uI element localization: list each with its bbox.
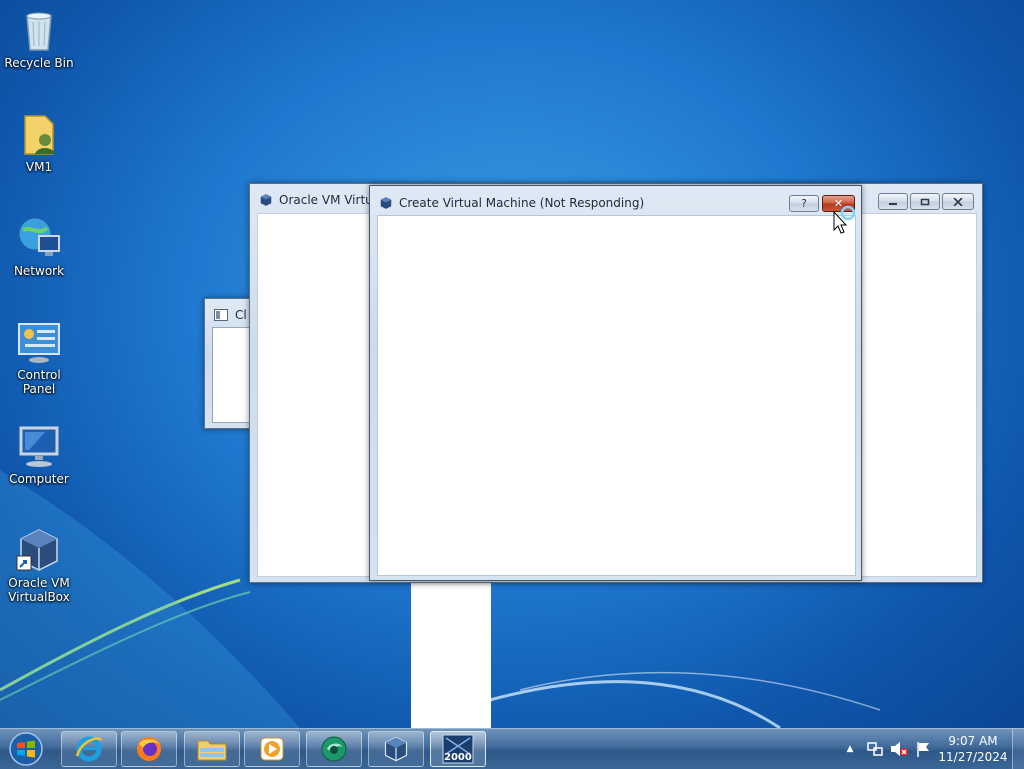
minimize-icon (889, 202, 897, 205)
help-icon: ? (801, 197, 807, 210)
taskbar-green-app[interactable] (306, 731, 362, 767)
user-folder-icon (24, 115, 55, 155)
recycle-bin-icon (26, 12, 52, 51)
desktop-icon-network[interactable]: Network (1, 214, 77, 278)
desktop-icon-label: Network (13, 264, 65, 278)
firefox-icon (137, 737, 161, 761)
desktop-icon-virtualbox[interactable]: Oracle VM VirtualBox (1, 526, 77, 604)
taskbar-internet-explorer[interactable] (61, 731, 117, 767)
blank-area (411, 583, 491, 728)
windows-2000-badge: 2000 (444, 752, 472, 763)
virtualbox-icon (384, 736, 408, 762)
volume-muted-icon (891, 742, 908, 756)
media-player-icon (260, 737, 284, 761)
dialog-title: Create Virtual Machine (Not Responding) (399, 196, 645, 210)
desktop-icon-label: VM1 (25, 160, 53, 174)
desktop-icon-label: Recycle Bin (4, 56, 74, 70)
action-center-button[interactable] (912, 729, 934, 769)
folder-icon (197, 740, 227, 761)
close-icon (953, 197, 963, 206)
desktop-icon-control-panel[interactable]: Control Panel (1, 318, 77, 396)
taskbar-windows-2000-vm[interactable]: 2000 (430, 731, 486, 767)
action-center-flag-icon (917, 742, 929, 757)
minimize-button[interactable] (878, 193, 908, 210)
chevron-up-icon: ▲ (846, 744, 854, 754)
taskbar: 2000 ▲ 9:07 AM 11/27/2024 (0, 728, 1024, 769)
network-tray-icon (867, 742, 883, 756)
desktop[interactable]: Recycle Bin VM1 Network Control Panel Co… (0, 0, 1024, 728)
dialog-client-area (377, 215, 856, 576)
control-panel-icon (18, 323, 60, 363)
virtualbox-icon (260, 194, 272, 206)
window-icon (214, 309, 228, 321)
network-tray-button[interactable] (864, 729, 886, 769)
network-icon (18, 217, 60, 256)
windows-start-orb-icon (9, 732, 43, 766)
show-desktop-button[interactable] (1012, 729, 1024, 769)
internet-explorer-icon (75, 736, 102, 762)
computer-icon (19, 426, 59, 467)
green-app-icon (321, 736, 347, 762)
show-hidden-icons-button[interactable]: ▲ (842, 729, 858, 769)
volume-tray-button[interactable] (888, 729, 910, 769)
clock-time: 9:07 AM (948, 734, 998, 748)
close-button[interactable] (942, 193, 974, 210)
desktop-icon-vm1[interactable]: VM1 (1, 110, 77, 174)
taskbar-file-explorer[interactable] (184, 731, 240, 767)
maximize-button[interactable] (910, 193, 940, 210)
busy-cursor-icon (833, 205, 856, 234)
start-button[interactable] (3, 730, 49, 768)
virtualbox-shortcut-icon (16, 529, 58, 571)
desktop-icon-computer[interactable]: Computer (1, 422, 77, 486)
taskbar-firefox[interactable] (121, 731, 177, 767)
desktop-icon-label: Control Panel (17, 368, 61, 396)
maximize-icon (920, 198, 930, 205)
clock[interactable]: 9:07 AM 11/27/2024 (938, 733, 1008, 765)
create-vm-dialog[interactable]: Create Virtual Machine (Not Responding) … (369, 185, 862, 581)
virtualbox-icon (380, 197, 392, 209)
desktop-icon-label: Oracle VM VirtualBox (8, 576, 70, 604)
taskbar-media-player[interactable] (244, 731, 300, 767)
help-button[interactable]: ? (789, 195, 819, 212)
window-title: Cl (235, 308, 247, 322)
taskbar-virtualbox[interactable] (368, 731, 424, 767)
clock-date: 11/27/2024 (938, 750, 1008, 764)
desktop-icon-recycle-bin[interactable]: Recycle Bin (1, 6, 77, 70)
desktop-icon-label: Computer (9, 472, 69, 486)
window-title: Oracle VM Virtual (279, 193, 384, 207)
